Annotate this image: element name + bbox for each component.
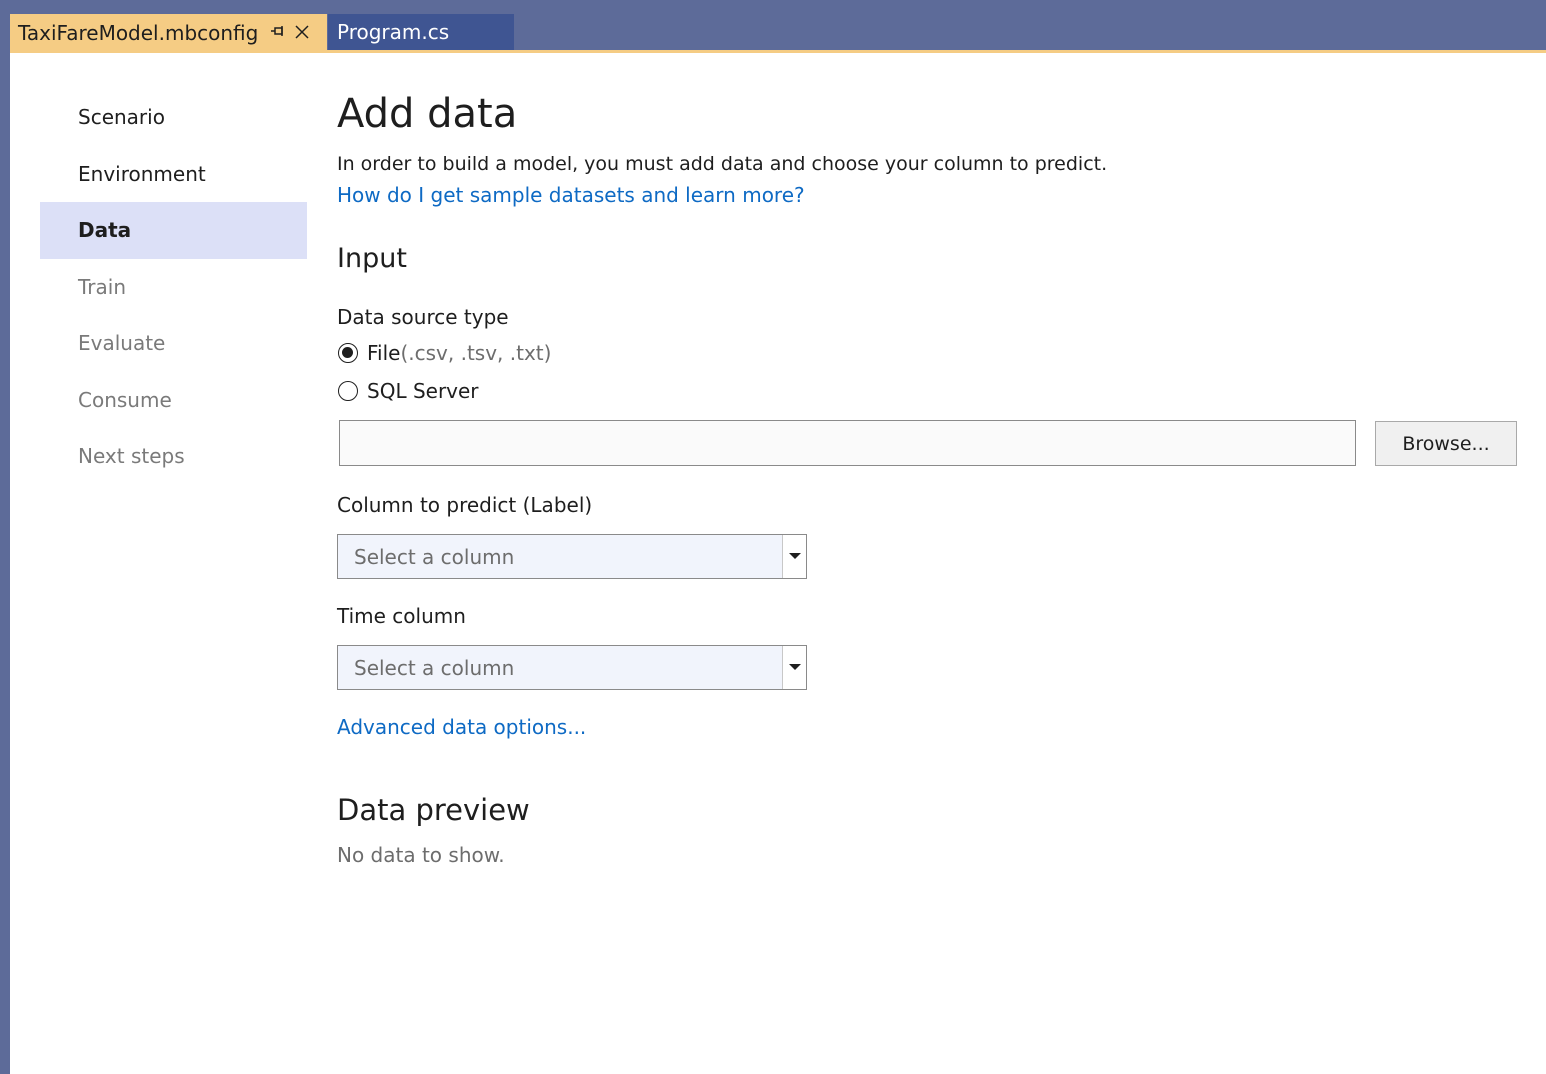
tab-program-cs[interactable]: Program.cs (328, 14, 514, 50)
time-column-select[interactable]: Select a column (337, 645, 807, 690)
advanced-data-options-link[interactable]: Advanced data options... (337, 715, 586, 739)
label-column-heading: Column to predict (Label) (337, 493, 593, 517)
mbconfig-editor: Scenario Environment Data Train Evaluate… (10, 50, 1546, 1074)
radio-file-label: File (367, 341, 401, 365)
radio-file-button[interactable] (338, 343, 358, 363)
nav-item-label: Next steps (78, 444, 185, 469)
data-preview-heading: Data preview (337, 793, 530, 827)
nav-item-label: Evaluate (78, 331, 166, 356)
chevron-down-icon[interactable] (782, 646, 806, 689)
label-column-select[interactable]: Select a column (337, 534, 807, 579)
close-icon[interactable] (292, 23, 312, 43)
close-icon-svg (295, 25, 309, 39)
nav-item-train: Train (40, 259, 307, 316)
nav-item-consume: Consume (40, 372, 307, 429)
file-path-input[interactable] (339, 420, 1356, 466)
pin-icon-svg (271, 25, 284, 36)
tab-label: Program.cs (337, 20, 450, 44)
nav-item-label: Data (78, 218, 132, 243)
nav-item-data[interactable]: Data (40, 202, 307, 259)
document-tab-bar: TaxiFareModel.mbconfig Program.cs (0, 0, 1546, 52)
radio-file-extensions: (.csv, .tsv, .txt) (400, 341, 552, 365)
page-title: Add data (337, 91, 518, 137)
nav-item-label: Train (78, 274, 126, 299)
data-source-type-label: Data source type (337, 305, 509, 329)
step-navigation: Scenario Environment Data Train Evaluate… (40, 89, 307, 485)
chevron-down-icon-svg (788, 553, 801, 559)
nav-item-label: Environment (78, 161, 206, 186)
time-column-select-value: Select a column (354, 655, 515, 680)
input-heading: Input (337, 243, 407, 274)
nav-item-label: Consume (78, 387, 172, 412)
nav-item-label: Scenario (78, 105, 165, 130)
radio-file[interactable]: File (.csv, .tsv, .txt) (338, 341, 551, 365)
nav-item-scenario[interactable]: Scenario (40, 89, 307, 146)
page-description: In order to build a model, you must add … (337, 153, 1108, 175)
chevron-down-icon-svg (788, 664, 801, 670)
nav-item-evaluate: Evaluate (40, 315, 307, 372)
browse-button[interactable]: Browse... (1375, 421, 1517, 466)
label-column-select-value: Select a column (354, 544, 515, 569)
data-preview-empty-text: No data to show. (337, 843, 505, 867)
tab-taxifaremodel-mbconfig[interactable]: TaxiFareModel.mbconfig (10, 14, 327, 52)
time-column-heading: Time column (337, 604, 466, 628)
pin-icon[interactable] (268, 24, 288, 43)
chevron-down-icon[interactable] (782, 535, 806, 578)
sample-datasets-link[interactable]: How do I get sample datasets and learn m… (337, 183, 805, 207)
tab-label: TaxiFareModel.mbconfig (18, 21, 259, 45)
radio-sql-server-label: SQL Server (367, 379, 479, 403)
radio-sql-server-button[interactable] (338, 381, 358, 401)
nav-item-next-steps: Next steps (40, 428, 307, 485)
nav-item-environment[interactable]: Environment (40, 146, 307, 203)
radio-sql-server[interactable]: SQL Server (338, 379, 479, 403)
